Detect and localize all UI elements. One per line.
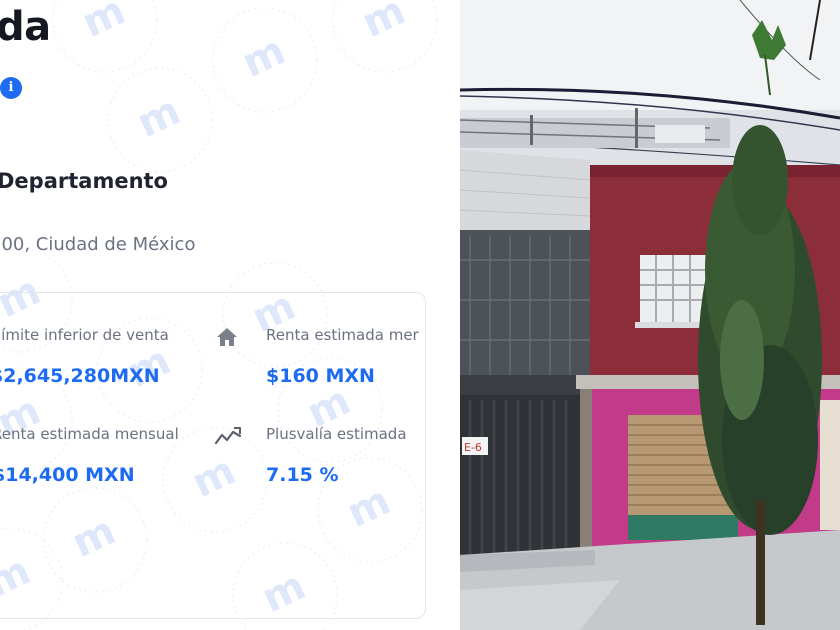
listing-details-panel: m da i Departamento 300, Ciudad de Méxic…: [0, 0, 460, 630]
appreciation-label: Plusvalía estimada: [266, 425, 407, 443]
rent-estimate-value: $160 MXN: [266, 365, 375, 387]
info-icon: i: [0, 77, 22, 99]
property-address: 300, Ciudad de México: [0, 234, 196, 255]
property-type: Departamento: [0, 169, 168, 193]
page-title: da: [0, 4, 51, 50]
street-view-photo[interactable]: E-6: [460, 0, 840, 630]
street-view-image: E-6: [460, 0, 840, 630]
trend-up-icon: [214, 427, 242, 445]
monthly-rent-value: $14,400 MXN: [0, 464, 135, 486]
house-icon: [217, 328, 237, 346]
lower-sale-limit-value: $2,645,280MXN: [0, 365, 160, 387]
info-button[interactable]: i: [0, 77, 22, 99]
lower-sale-limit-label: límite inferior de venta: [0, 326, 169, 344]
monthly-rent-label: Renta estimada mensual: [0, 425, 179, 443]
shop-sign: E-6: [464, 441, 482, 454]
appreciation-value: 7.15 %: [266, 464, 339, 486]
rent-estimate-label: Renta estimada mer: [266, 326, 419, 344]
